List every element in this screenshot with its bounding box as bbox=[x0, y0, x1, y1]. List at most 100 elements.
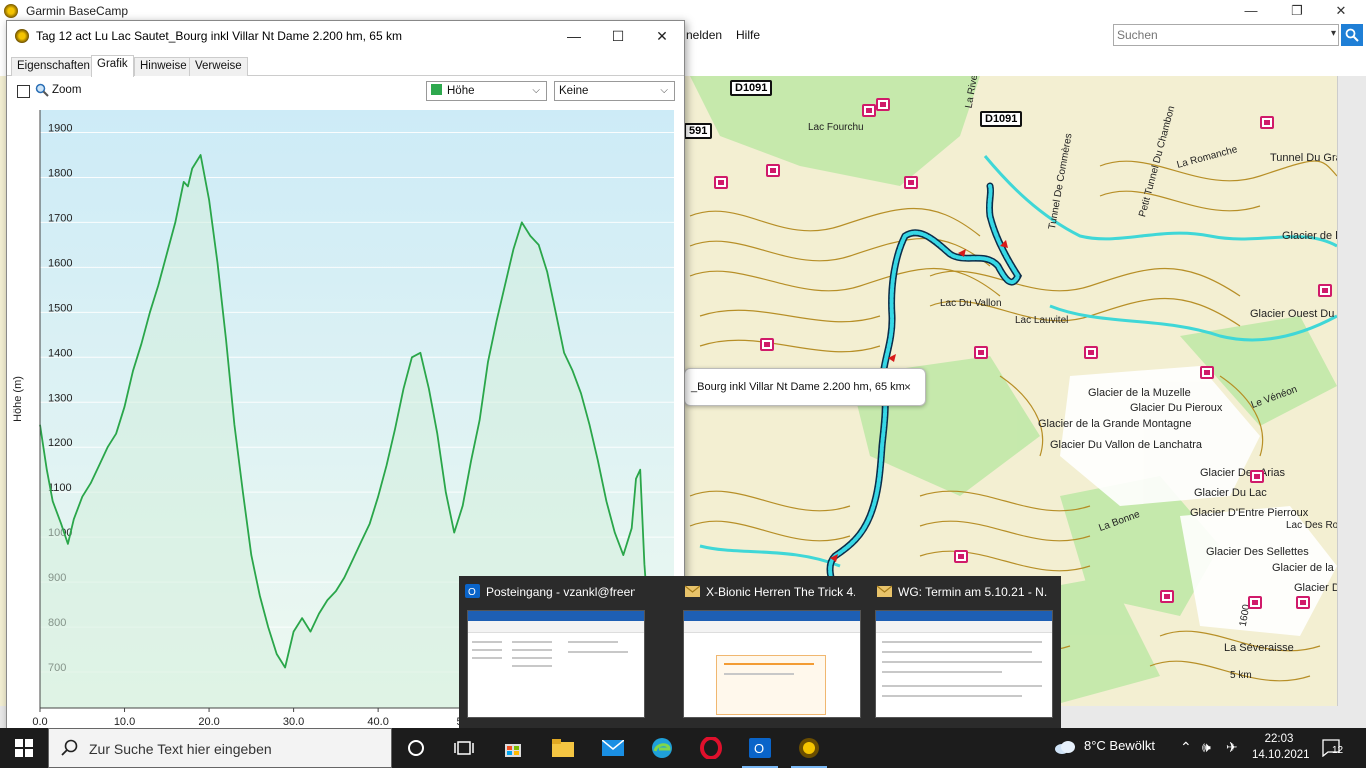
search-button[interactable] bbox=[1341, 24, 1363, 46]
overlay-select[interactable]: Keine ⌵ bbox=[554, 81, 675, 101]
magnifier-icon bbox=[35, 83, 49, 97]
map-label: Glacier Des Arias bbox=[1200, 467, 1285, 479]
folder-icon bbox=[552, 739, 574, 757]
search-input[interactable] bbox=[1114, 25, 1314, 45]
windows-logo-icon bbox=[15, 739, 33, 757]
tab-grafik[interactable]: Grafik bbox=[91, 55, 134, 77]
preview-outlook[interactable]: O Posteingang - vzankl@freenet.... bbox=[459, 576, 645, 724]
poi-icon[interactable] bbox=[1248, 596, 1262, 609]
poi-icon[interactable] bbox=[1160, 590, 1174, 603]
overlay-select-value: Keine bbox=[559, 85, 589, 97]
file-explorer-button[interactable] bbox=[539, 728, 587, 768]
map-label: Lac Lauvitel bbox=[1015, 315, 1069, 326]
cloud-icon bbox=[1055, 741, 1075, 754]
chevron-up-icon[interactable]: ⌃ bbox=[1180, 739, 1192, 756]
basecamp-logo-icon bbox=[15, 29, 29, 43]
chevron-down-icon: ⌵ bbox=[532, 85, 540, 96]
taskbar-search[interactable]: Zur Suche Text hier eingeben bbox=[48, 728, 392, 768]
search-icon bbox=[1345, 28, 1359, 42]
y-tick-label: 1600 bbox=[48, 257, 72, 269]
mail-icon bbox=[602, 740, 624, 756]
notification-count: 12 bbox=[1332, 745, 1344, 756]
preview-mail-termin[interactable]: WG: Termin am 5.10.21 - N... bbox=[869, 576, 1053, 724]
dialog-tabs: Eigenschaften Grafik Hinweise Verweise bbox=[7, 55, 684, 77]
app-titlebar: Garmin BaseCamp — ❐ ✕ bbox=[0, 0, 1366, 22]
basecamp-taskbar-button[interactable] bbox=[785, 728, 833, 768]
restore-button[interactable]: ❐ bbox=[1274, 0, 1320, 22]
close-button[interactable]: ✕ bbox=[1318, 0, 1364, 22]
poi-icon[interactable] bbox=[766, 164, 780, 177]
speaker-icon[interactable]: 🕪 bbox=[1202, 739, 1211, 756]
poi-icon[interactable] bbox=[1260, 116, 1274, 129]
poi-icon[interactable] bbox=[974, 346, 988, 359]
series-color-swatch bbox=[431, 84, 442, 95]
track-tooltip-text: _Bourg inkl Villar Nt Dame 2.200 hm, 65 … bbox=[691, 381, 905, 393]
poi-icon[interactable] bbox=[760, 338, 774, 351]
map-label: Lac Du Vallon bbox=[940, 298, 1002, 309]
preview-title: Posteingang - vzankl@freenet.... bbox=[486, 585, 635, 599]
menu-item-melden[interactable]: nelden bbox=[686, 28, 722, 42]
edge-button[interactable] bbox=[638, 728, 686, 768]
preview-mail-xbionic[interactable]: X-Bionic Herren The Trick 4... bbox=[677, 576, 861, 724]
network-icon[interactable]: ✈ bbox=[1226, 739, 1238, 756]
mail-app-button[interactable] bbox=[589, 728, 637, 768]
y-tick-label: 1900 bbox=[48, 122, 72, 134]
dialog-maximize-button[interactable]: ☐ bbox=[603, 25, 633, 47]
cortana-button[interactable] bbox=[392, 728, 440, 768]
dialog-close-button[interactable]: ✕ bbox=[647, 25, 677, 47]
weather-text[interactable]: 8°C Bewölkt bbox=[1084, 738, 1155, 753]
tab-hinweise[interactable]: Hinweise bbox=[134, 57, 193, 76]
opera-icon bbox=[700, 737, 722, 759]
minimize-button[interactable]: — bbox=[1228, 0, 1274, 22]
poi-icon[interactable] bbox=[1084, 346, 1098, 359]
preview-thumbnail bbox=[683, 610, 861, 718]
y-tick-label: 1700 bbox=[48, 212, 72, 224]
zoom-label: Zoom bbox=[52, 84, 82, 96]
poi-icon[interactable] bbox=[876, 98, 890, 111]
notification-center-button[interactable]: 12 bbox=[1322, 737, 1346, 759]
app-title: Garmin BaseCamp bbox=[26, 4, 129, 18]
dialog-minimize-button[interactable]: — bbox=[559, 25, 589, 47]
preview-title: X-Bionic Herren The Trick 4... bbox=[706, 585, 855, 599]
task-view-button[interactable] bbox=[440, 728, 488, 768]
poi-icon[interactable] bbox=[1296, 596, 1310, 609]
track-tooltip[interactable]: _Bourg inkl Villar Nt Dame 2.200 hm, 65 … bbox=[684, 368, 926, 406]
tab-verweise[interactable]: Verweise bbox=[189, 57, 248, 76]
search-box[interactable]: ▾ bbox=[1113, 24, 1339, 46]
map-label: Glacier de la Muzelle bbox=[1088, 387, 1191, 399]
mail-icon bbox=[877, 585, 892, 597]
poi-icon[interactable] bbox=[904, 176, 918, 189]
map-label: Glacier Des Sellettes bbox=[1206, 546, 1309, 558]
x-tick-label: 30.0 bbox=[283, 716, 304, 728]
series-select[interactable]: Höhe ⌵ bbox=[426, 81, 547, 101]
poi-icon[interactable] bbox=[714, 176, 728, 189]
poi-icon[interactable] bbox=[862, 104, 876, 117]
y-tick-label: 1800 bbox=[48, 167, 72, 179]
map-label: Glacier Du bbox=[1294, 582, 1337, 594]
tooltip-close-icon[interactable]: × bbox=[904, 380, 911, 394]
clock[interactable]: 22:03 14.10.2021 bbox=[1252, 731, 1310, 763]
store-button[interactable] bbox=[489, 728, 537, 768]
search-dropdown-icon[interactable]: ▾ bbox=[1331, 28, 1336, 39]
poi-icon[interactable] bbox=[954, 550, 968, 563]
preview-title: WG: Termin am 5.10.21 - N... bbox=[898, 585, 1047, 599]
road-badge: D1091 bbox=[730, 80, 773, 96]
search-icon bbox=[61, 739, 78, 756]
dialog-titlebar[interactable]: Tag 12 act Lu Lac Sautet_Bourg inkl Vill… bbox=[7, 21, 684, 51]
preview-thumbnail bbox=[467, 610, 645, 718]
opera-button[interactable] bbox=[687, 728, 735, 768]
zoom-checkbox[interactable] bbox=[17, 85, 30, 98]
poi-icon[interactable] bbox=[1318, 284, 1332, 297]
series-select-value: Höhe bbox=[447, 85, 475, 97]
tab-eigenschaften[interactable]: Eigenschaften bbox=[11, 57, 96, 76]
poi-icon[interactable] bbox=[1200, 366, 1214, 379]
map-label: Glacier D'Entre Pierroux bbox=[1190, 507, 1309, 519]
x-tick-label: 40.0 bbox=[367, 716, 388, 728]
outlook-taskbar-button[interactable]: O bbox=[736, 728, 784, 768]
menu-item-hilfe[interactable]: Hilfe bbox=[736, 28, 760, 42]
start-button[interactable] bbox=[0, 728, 48, 768]
map-label: Glacier de l bbox=[1282, 230, 1337, 242]
edge-icon bbox=[652, 738, 672, 758]
basecamp-logo-icon bbox=[4, 4, 18, 18]
poi-icon[interactable] bbox=[1250, 470, 1264, 483]
